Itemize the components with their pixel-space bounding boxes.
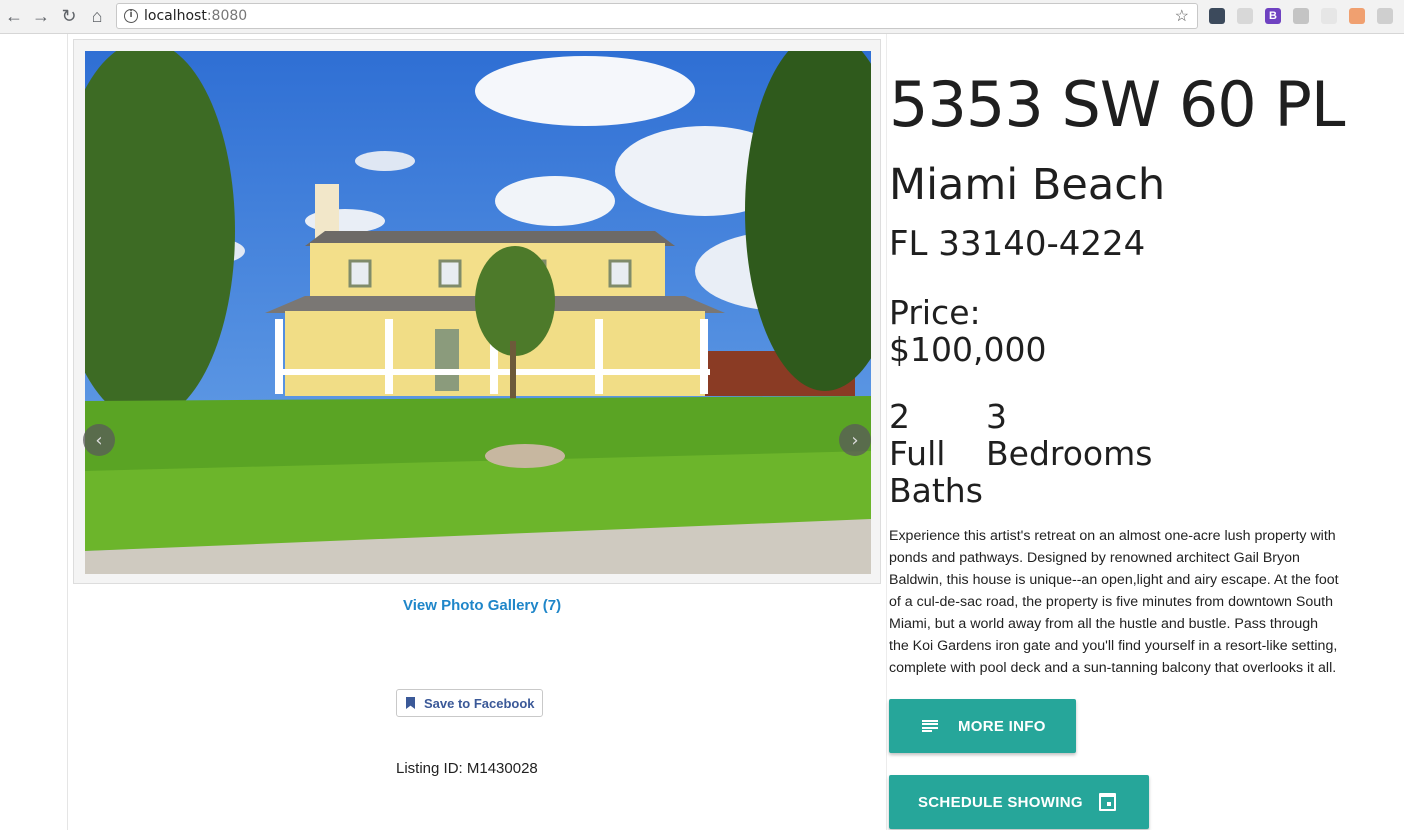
schedule-showing-label: SCHEDULE SHOWING [918,793,1083,811]
property-state-zip: FL 33140-4224 [889,224,1146,264]
extension-icon[interactable] [1209,8,1225,24]
property-city: Miami Beach [889,160,1166,210]
page-border [67,34,68,830]
baths-label-full: Full [889,434,946,473]
schedule-showing-button[interactable]: SCHEDULE SHOWING [889,775,1149,829]
face-icon[interactable] [1349,8,1365,24]
property-address: 5353 SW 60 PL [889,68,1345,141]
settings-icon[interactable] [1377,8,1393,24]
browser-toolbar: ← → ↻ ⌂ i localhost:8080 ☆ B [0,0,1404,34]
property-description: Experience this artist's retreat on an a… [889,528,1339,676]
home-icon[interactable]: ⌂ [86,5,108,27]
baths-stat: 2 Full Baths [889,398,983,509]
back-icon[interactable]: ← [3,5,25,27]
forward-icon[interactable]: → [30,5,52,27]
column-divider [886,34,887,830]
price-label: Price: [889,293,981,332]
blank-icon[interactable] [1321,8,1337,24]
bookmark-star-icon[interactable]: ☆ [1175,6,1189,26]
save-to-facebook-button[interactable]: Save to Facebook [396,689,543,717]
address-bar[interactable]: i localhost:8080 ☆ [116,3,1198,29]
layers-icon[interactable] [1293,8,1309,24]
carousel-next-button[interactable]: › [839,424,871,456]
cast-icon[interactable] [1237,8,1253,24]
photo-carousel: ‹ › [73,39,881,584]
baths-count: 2 [889,397,910,436]
bookmark-icon [406,697,415,709]
property-photo [85,51,871,574]
listing-id: Listing ID: M1430028 [396,760,538,777]
price-value: $100,000 [889,330,1047,369]
notes-icon [922,720,938,732]
save-to-facebook-label: Save to Facebook [424,695,535,711]
carousel-prev-button[interactable]: ‹ [83,424,115,456]
calendar-icon [1098,793,1116,811]
bedrooms-label: Bedrooms [986,434,1153,473]
more-info-label: MORE INFO [958,717,1046,735]
info-icon[interactable]: i [124,9,138,23]
bootstrap-icon[interactable]: B [1265,8,1281,24]
property-price: Price: $100,000 [889,294,1046,368]
url-text: localhost:8080 [144,8,248,24]
bedrooms-count: 3 [986,397,1007,436]
baths-label-baths: Baths [889,471,983,510]
bedrooms-stat: 3 Bedrooms [986,398,1152,472]
more-info-button[interactable]: MORE INFO [889,699,1076,753]
reload-icon[interactable]: ↻ [58,5,80,27]
view-photo-gallery-link[interactable]: View Photo Gallery (7) [403,597,561,614]
